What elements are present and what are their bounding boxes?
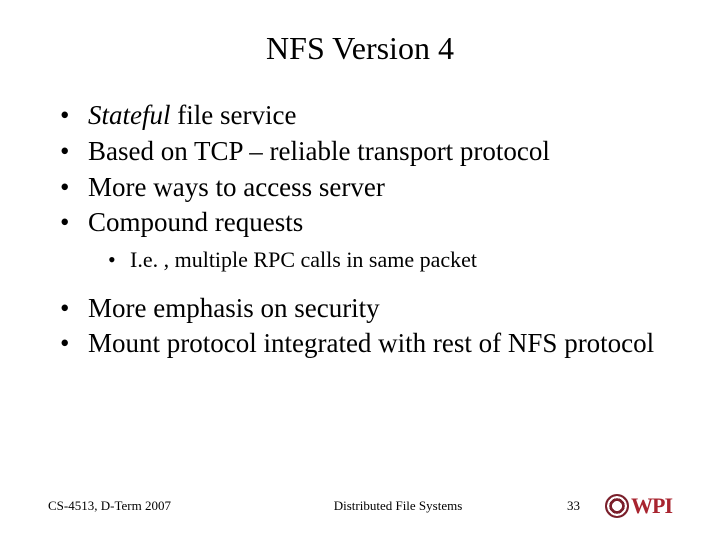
item-text: Mount protocol integrated with rest of N…	[88, 328, 654, 358]
seal-icon	[605, 494, 629, 518]
bullet-list-1: Stateful file service Based on TCP – rel…	[48, 99, 672, 240]
item-text: Based on TCP – reliable transport protoc…	[88, 136, 550, 166]
logo-text: WPI	[631, 495, 672, 517]
item-text: More ways to access server	[88, 172, 385, 202]
list-item: Compound requests	[60, 206, 672, 240]
item-text: More emphasis on security	[88, 293, 380, 323]
wpi-logo: WPI	[588, 494, 672, 518]
sub-list-item: I.e. , multiple RPC calls in same packet	[108, 246, 672, 274]
slide-body: Stateful file service Based on TCP – rel…	[48, 99, 672, 361]
page-number: 33	[548, 498, 588, 514]
bullet-list-2: More emphasis on security Mount protocol…	[48, 292, 672, 362]
footer: CS-4513, D-Term 2007 Distributed File Sy…	[0, 494, 720, 518]
list-item: More ways to access server	[60, 171, 672, 205]
item-text: I.e. , multiple RPC calls in same packet	[130, 247, 477, 272]
item-text: Compound requests	[88, 207, 303, 237]
footer-left: CS-4513, D-Term 2007	[48, 498, 248, 514]
slide-title: NFS Version 4	[48, 30, 672, 67]
list-item: Stateful file service	[60, 99, 672, 133]
list-item: Based on TCP – reliable transport protoc…	[60, 135, 672, 169]
list-item: More emphasis on security	[60, 292, 672, 326]
item-text: file service	[171, 100, 297, 130]
slide: NFS Version 4 Stateful file service Base…	[0, 0, 720, 540]
italic-word: Stateful	[88, 100, 171, 130]
list-item: Mount protocol integrated with rest of N…	[60, 327, 672, 361]
footer-center: Distributed File Systems	[248, 498, 548, 514]
sub-bullet-list: I.e. , multiple RPC calls in same packet	[48, 246, 672, 274]
